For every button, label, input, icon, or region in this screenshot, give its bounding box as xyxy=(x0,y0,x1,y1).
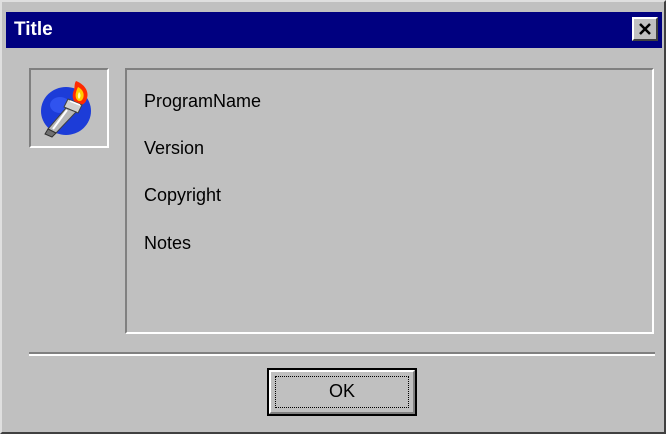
separator xyxy=(29,352,655,356)
info-panel: ProgramName Version Copyright Notes xyxy=(125,68,654,334)
title-bar[interactable]: Title xyxy=(6,12,662,48)
close-button[interactable] xyxy=(632,17,658,41)
ok-button[interactable]: OK xyxy=(267,368,417,416)
about-dialog: Title ProgramName Version Copyright Note… xyxy=(0,0,666,434)
ok-button-label: OK xyxy=(328,381,355,401)
copyright-label: Copyright xyxy=(144,185,222,205)
program-name-label: ProgramName xyxy=(144,91,262,111)
app-icon-frame xyxy=(29,68,109,148)
version-label: Version xyxy=(144,138,205,158)
close-icon xyxy=(639,23,651,35)
notes-label: Notes xyxy=(144,233,192,253)
window-title: Title xyxy=(14,19,53,40)
torch-icon xyxy=(41,81,91,138)
